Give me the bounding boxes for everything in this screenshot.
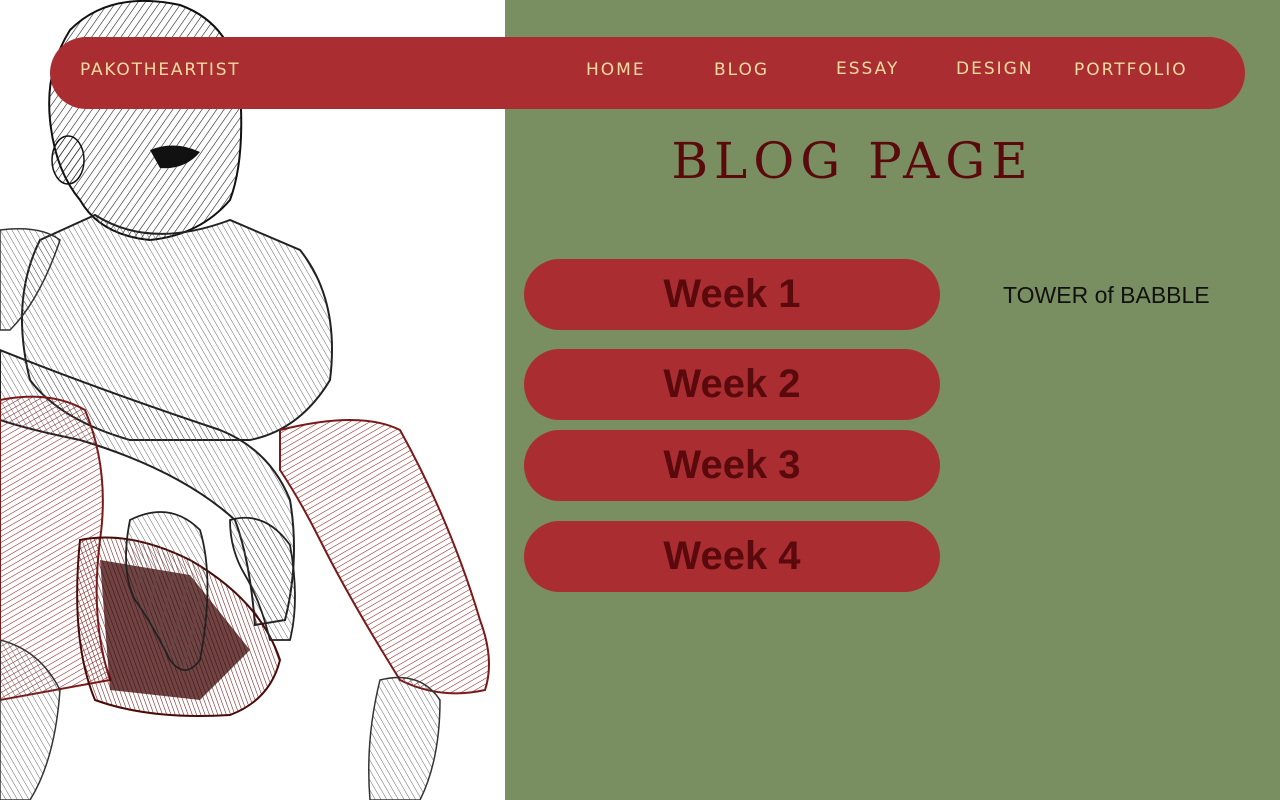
brand-logo-link[interactable]: PAKOTHEARTIST <box>80 37 240 109</box>
week-1-button[interactable]: Week 1 <box>524 259 940 330</box>
week-4-button[interactable]: Week 4 <box>524 521 940 592</box>
nav-link-essay[interactable]: ESSAY <box>836 37 899 109</box>
week-2-button[interactable]: Week 2 <box>524 349 940 420</box>
nav-link-blog[interactable]: BLOG <box>714 37 769 109</box>
page: PAKOTHEARTIST HOME BLOG ESSAY DESIGN POR… <box>0 0 1280 800</box>
week-3-button[interactable]: Week 3 <box>524 430 940 501</box>
nav-link-design[interactable]: DESIGN <box>956 37 1034 109</box>
nav-link-portfolio[interactable]: PORTFOLIO <box>1074 37 1188 109</box>
sketch-illustration <box>0 0 490 800</box>
top-navbar: PAKOTHEARTIST HOME BLOG ESSAY DESIGN POR… <box>50 37 1245 109</box>
page-title: BLOG PAGE <box>671 132 1034 190</box>
nav-link-home[interactable]: HOME <box>586 37 646 109</box>
hero-illustration <box>0 0 505 800</box>
tower-of-babble-link[interactable]: TOWER of BABBLE <box>1003 280 1210 310</box>
